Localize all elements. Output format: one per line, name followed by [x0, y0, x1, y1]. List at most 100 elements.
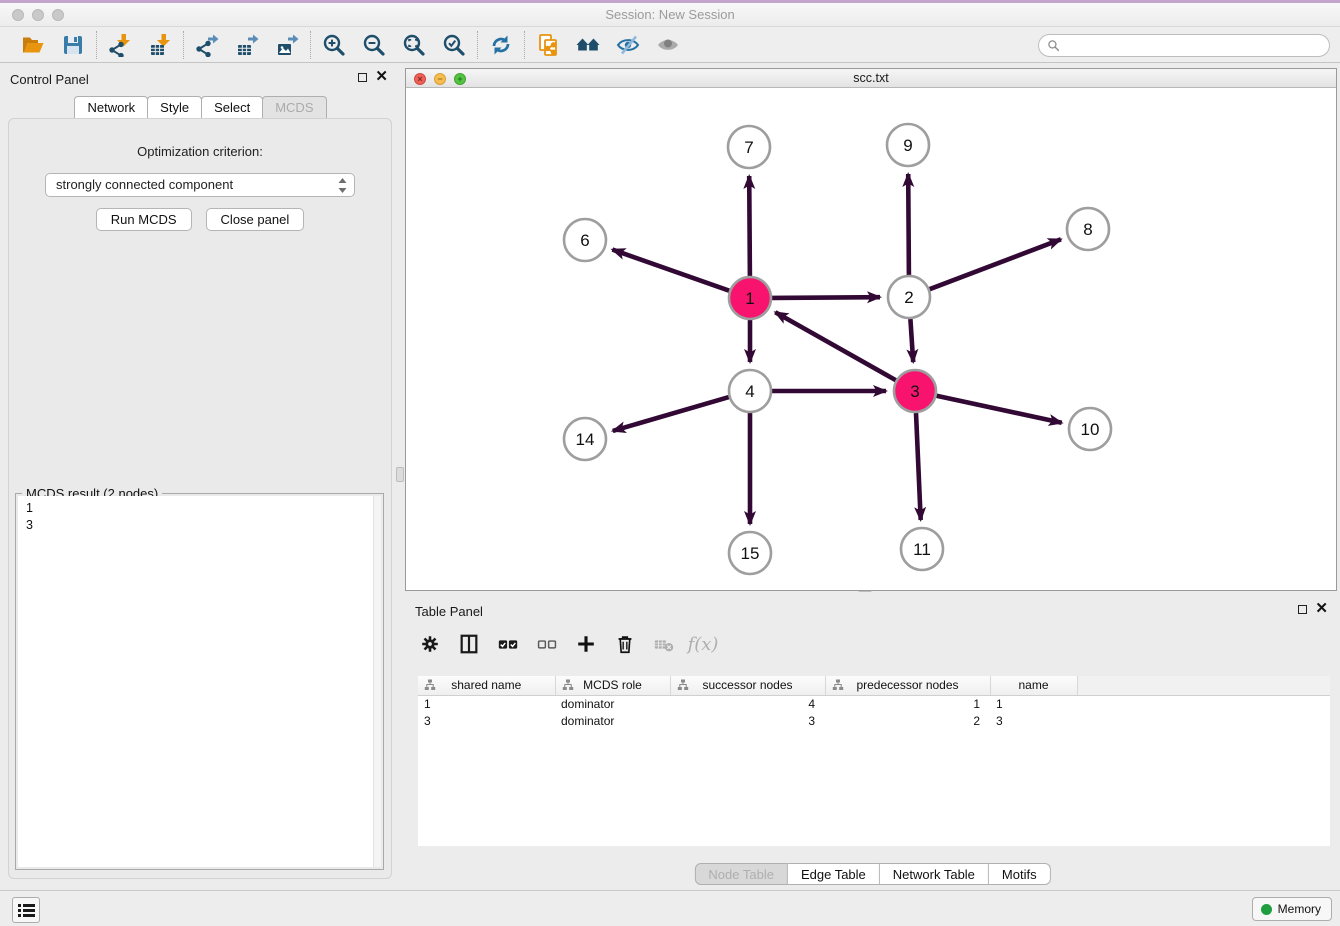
tab-mcds[interactable]: MCDS: [262, 96, 326, 118]
close-panel-button[interactable]: Close panel: [206, 208, 305, 231]
table-row[interactable]: 3dominator323: [418, 712, 1330, 729]
graph-edge-4-14[interactable]: [613, 397, 729, 431]
zoom-selected-icon[interactable]: [441, 32, 467, 58]
hide-graphics-details-icon[interactable]: [615, 32, 641, 58]
graph-node-14[interactable]: 14: [564, 418, 606, 460]
split-divider-grip[interactable]: [396, 467, 404, 482]
graph-node-4[interactable]: 4: [729, 370, 771, 412]
tab-motifs[interactable]: Motifs: [989, 863, 1051, 885]
graph-node-label: 7: [744, 138, 753, 157]
graph-node-8[interactable]: 8: [1067, 208, 1109, 250]
graph-node-9[interactable]: 9: [887, 124, 929, 166]
zoom-out-icon[interactable]: [361, 32, 387, 58]
run-mcds-button[interactable]: Run MCDS: [96, 208, 192, 231]
clone-network-icon[interactable]: [535, 32, 561, 58]
table-cell[interactable]: dominator: [555, 712, 670, 729]
graph-node-2[interactable]: 2: [888, 276, 930, 318]
task-list-icon: [18, 903, 35, 918]
memory-button[interactable]: Memory: [1252, 897, 1332, 921]
graph-node-7[interactable]: 7: [728, 126, 770, 168]
network-canvas[interactable]: 7 9 6 8 1 2 4 3 14 10 15 11: [406, 88, 1336, 590]
table-cell[interactable]: 2: [825, 712, 990, 729]
task-manager-button[interactable]: [12, 897, 40, 923]
control-panel: Control Panel ✕ Network Style Select MCD…: [0, 63, 400, 890]
optimization-criterion-label: Optimization criterion:: [9, 144, 391, 159]
tab-edge-table[interactable]: Edge Table: [788, 863, 880, 885]
criterion-select[interactable]: strongly connected component: [45, 173, 355, 197]
graph-node-3[interactable]: 3: [894, 370, 936, 412]
graph-node-1[interactable]: 1: [729, 277, 771, 319]
refresh-layout-icon[interactable]: [488, 32, 514, 58]
graph-node-6[interactable]: 6: [564, 219, 606, 261]
table-float-icon[interactable]: [1298, 605, 1307, 614]
graph-edge-2-3[interactable]: [910, 319, 913, 362]
table-cell[interactable]: dominator: [555, 695, 670, 712]
table-cell[interactable]: 3: [990, 712, 1077, 729]
table-cell[interactable]: 3: [418, 712, 555, 729]
close-panel-icon[interactable]: ✕: [375, 72, 388, 82]
search-input[interactable]: [1060, 37, 1329, 55]
column-header-shared-name[interactable]: shared name: [418, 676, 555, 695]
column-header-MCDS-role[interactable]: MCDS role: [555, 676, 670, 695]
table-toolbar: f(x): [418, 625, 715, 663]
select-all-icon[interactable]: [496, 632, 520, 656]
table-row[interactable]: 1dominator411: [418, 695, 1330, 712]
open-session-icon[interactable]: [20, 32, 46, 58]
graph-node-15[interactable]: 15: [729, 532, 771, 574]
graph-node-10[interactable]: 10: [1069, 408, 1111, 450]
memory-label: Memory: [1278, 902, 1321, 916]
table-cell[interactable]: 3: [670, 712, 825, 729]
graph-node-label: 6: [580, 231, 589, 250]
import-table-icon[interactable]: [147, 32, 173, 58]
export-network-icon[interactable]: [194, 32, 220, 58]
result-scrollbar[interactable]: [373, 496, 381, 867]
table-panel-header: Table Panel ✕: [405, 598, 1340, 624]
network-window-titlebar[interactable]: × − + scc.txt: [406, 69, 1336, 88]
import-network-icon[interactable]: [107, 32, 133, 58]
table-cell[interactable]: 1: [990, 695, 1077, 712]
table-cell[interactable]: 1: [418, 695, 555, 712]
attribute-type-icon: [562, 679, 574, 694]
graph-node-11[interactable]: 11: [901, 528, 943, 570]
tab-style[interactable]: Style: [147, 96, 202, 118]
table-cell[interactable]: 4: [670, 695, 825, 712]
graph-edge-1-6[interactable]: [612, 250, 729, 291]
column-header-successor-nodes[interactable]: successor nodes: [670, 676, 825, 695]
table-cell[interactable]: 1: [825, 695, 990, 712]
float-panel-icon[interactable]: [358, 73, 367, 82]
column-header-predecessor-nodes[interactable]: predecessor nodes: [825, 676, 990, 695]
graph-edge-1-2[interactable]: [772, 297, 880, 298]
graph-edge-3-11[interactable]: [916, 413, 921, 520]
tab-network-table[interactable]: Network Table: [880, 863, 989, 885]
mcds-result-text[interactable]: 1 3: [18, 496, 381, 867]
node-table[interactable]: shared nameMCDS rolesuccessor nodesprede…: [418, 676, 1330, 846]
export-table-icon[interactable]: [234, 32, 260, 58]
delete-row-icon[interactable]: [613, 632, 637, 656]
zoom-fit-icon[interactable]: [401, 32, 427, 58]
search-box[interactable]: [1038, 34, 1330, 57]
graph-edge-1-7[interactable]: [749, 176, 750, 276]
table-settings-icon[interactable]: [418, 632, 442, 656]
tab-network[interactable]: Network: [74, 96, 148, 118]
column-header-name[interactable]: name: [990, 676, 1077, 695]
add-row-icon[interactable]: [574, 632, 598, 656]
table-close-icon[interactable]: ✕: [1315, 604, 1328, 614]
criterion-value: strongly connected component: [56, 177, 233, 192]
network-window: × − + scc.txt 7 9 6 8 1 2 4 3 14 10 15 11: [405, 68, 1337, 591]
column-layout-icon[interactable]: [457, 632, 481, 656]
graph-node-label: 10: [1081, 420, 1100, 439]
delete-table-icon: [652, 632, 676, 656]
deselect-all-icon[interactable]: [535, 632, 559, 656]
zoom-in-icon[interactable]: [321, 32, 347, 58]
tab-select[interactable]: Select: [201, 96, 263, 118]
home-layout-icon[interactable]: [575, 32, 601, 58]
graph-node-label: 15: [741, 544, 760, 563]
save-session-icon[interactable]: [60, 32, 86, 58]
graph-edge-2-8[interactable]: [930, 239, 1061, 289]
graph-edge-3-10[interactable]: [937, 396, 1062, 423]
graph-node-label: 2: [904, 288, 913, 307]
graph-edge-2-9[interactable]: [908, 174, 909, 275]
export-image-icon[interactable]: [274, 32, 300, 58]
tab-node-table[interactable]: Node Table: [694, 863, 788, 885]
graph-edge-3-1[interactable]: [775, 312, 896, 380]
